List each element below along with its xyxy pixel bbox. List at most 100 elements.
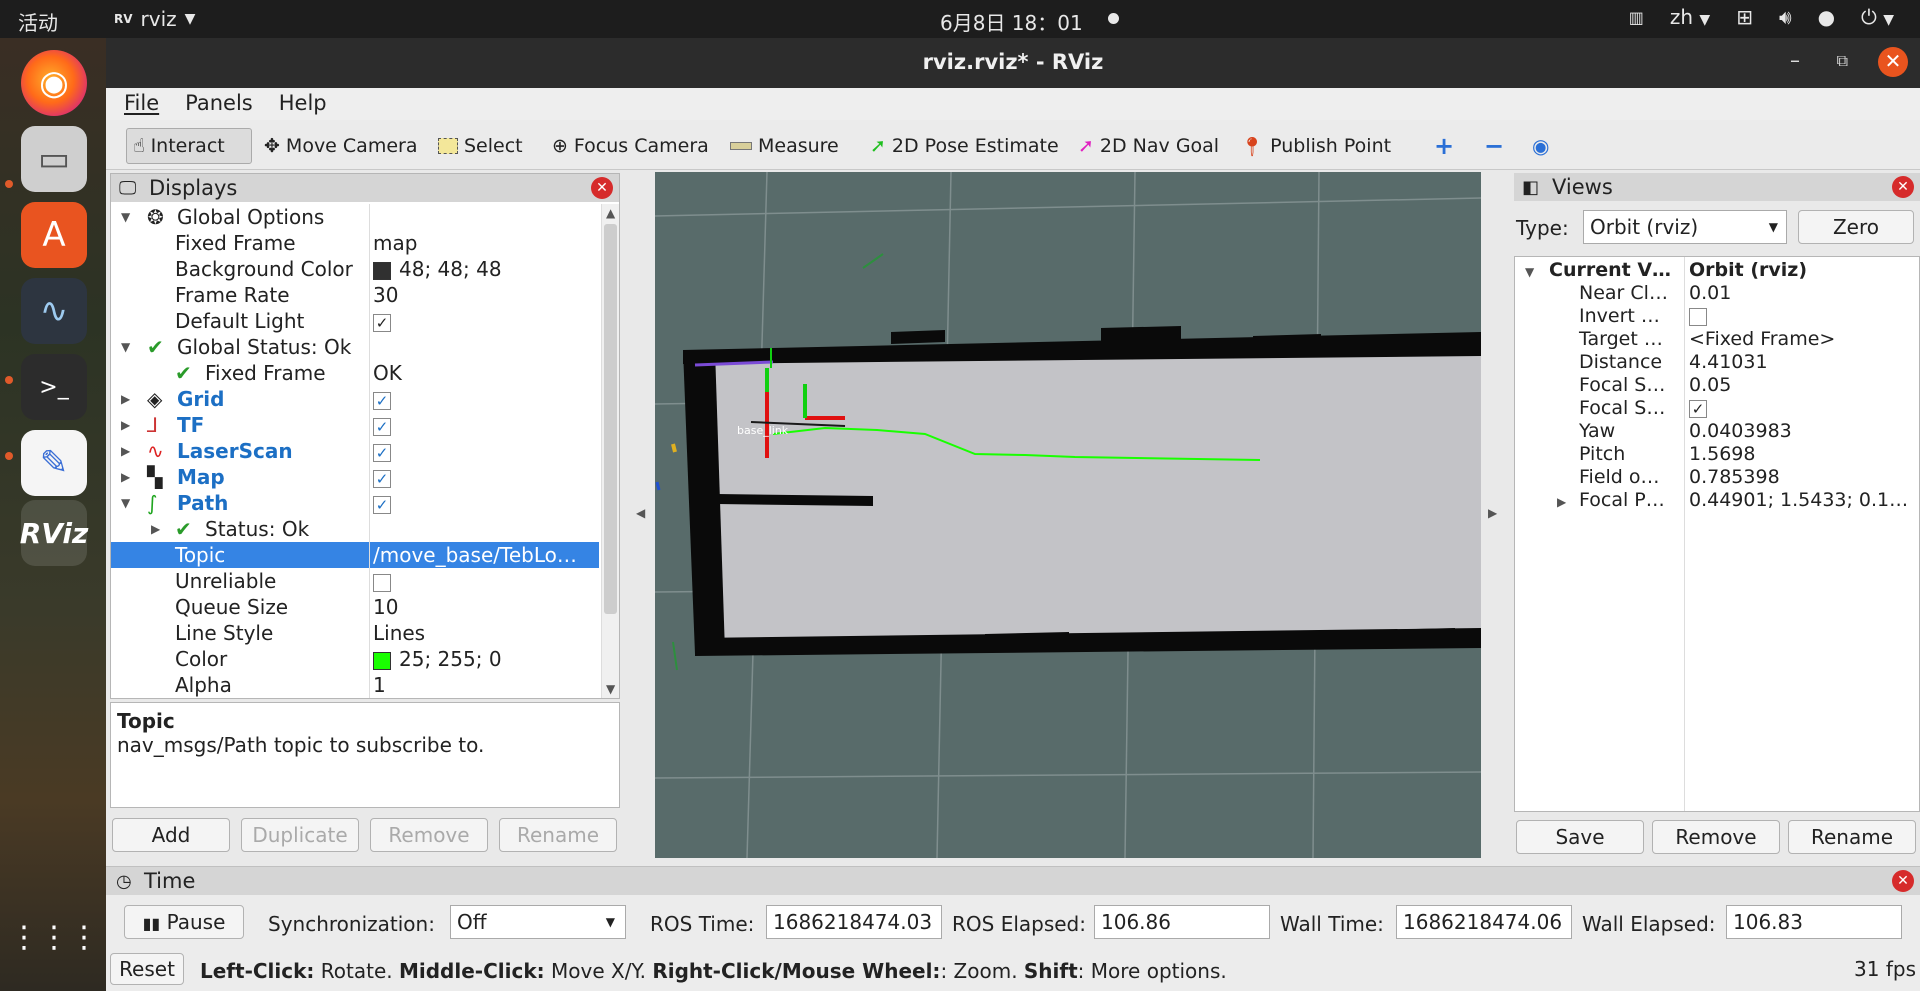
queue-size-value[interactable]: 10: [373, 595, 398, 619]
view-type-select[interactable]: Orbit (rviz) ▼: [1583, 210, 1787, 244]
tree-item-focal-point[interactable]: Focal P…: [1579, 489, 1665, 511]
menu-panels[interactable]: Panels: [167, 88, 261, 120]
microphone-icon[interactable]: ●: [1818, 5, 1835, 29]
rename-display-button[interactable]: Rename: [499, 818, 617, 852]
software-store-icon[interactable]: A: [21, 202, 87, 268]
pitch-value[interactable]: 1.5698: [1689, 443, 1755, 465]
laserscan-enable-checkbox[interactable]: ✓: [373, 439, 391, 463]
wall-elapsed-field[interactable]: 106.83: [1726, 905, 1902, 939]
line-style-value[interactable]: Lines: [373, 621, 425, 645]
measure-tool-button[interactable]: Measure: [724, 128, 845, 164]
views-panel: ◧ Views ✕: [1514, 173, 1920, 201]
system-monitor-icon[interactable]: ∿: [21, 278, 87, 344]
topic-value[interactable]: /move_base/TebLo…: [373, 543, 577, 567]
app-menu[interactable]: RV rviz ▼: [114, 7, 195, 31]
focal-shape-size-value[interactable]: 0.05: [1689, 374, 1731, 396]
maximize-icon[interactable]: ⧉: [1837, 51, 1848, 71]
near-clip-value[interactable]: 0.01: [1689, 282, 1731, 304]
minimize-icon[interactable]: –: [1790, 48, 1800, 72]
show-apps-grid-icon[interactable]: ⋮⋮⋮: [9, 904, 99, 970]
move-camera-tool-button[interactable]: ✥ Move Camera: [258, 128, 423, 164]
focal-shape-fixed-checkbox[interactable]: ✓: [1689, 397, 1707, 419]
3d-render-viewport[interactable]: base_link: [655, 172, 1481, 858]
wall-time-field[interactable]: 1686218474.06: [1396, 905, 1572, 939]
topic-row-selected[interactable]: Topic/move_base/TebLo…: [111, 542, 599, 568]
focal-point-value[interactable]: 0.44901; 1.5433; 0.1…: [1689, 489, 1908, 511]
publish-point-tool-button[interactable]: 📍︎ Publish Point: [1234, 128, 1397, 164]
text-editor-icon[interactable]: ✎: [21, 430, 87, 496]
volume-icon[interactable]: 🔊︎: [1779, 5, 1792, 29]
tree-item-path-status[interactable]: Status: Ok: [205, 517, 309, 541]
tree-item-laserscan[interactable]: LaserScan: [177, 439, 293, 463]
reset-button[interactable]: Reset: [110, 953, 184, 985]
duplicate-display-button[interactable]: Duplicate: [241, 818, 359, 852]
grid-enable-checkbox[interactable]: ✓: [373, 387, 391, 411]
tf-enable-checkbox[interactable]: ✓: [373, 413, 391, 437]
unreliable-checkbox[interactable]: [373, 569, 391, 593]
interact-tool-button[interactable]: ☝ Interact: [126, 128, 252, 164]
add-display-button[interactable]: Add: [112, 818, 230, 852]
zero-view-button[interactable]: Zero: [1798, 210, 1914, 244]
status-bar-hint: Left-Click: Rotate. Middle-Click: Move X…: [200, 959, 1227, 983]
invert-z-checkbox[interactable]: [1689, 305, 1707, 327]
language-indicator[interactable]: zh ▼: [1670, 5, 1710, 29]
rviz-app-icon[interactable]: RViz: [20, 500, 88, 566]
select-tool-button[interactable]: Select: [432, 128, 529, 164]
tree-item-grid[interactable]: Grid: [177, 387, 224, 411]
clock[interactable]: 6月8日 18：01: [940, 7, 1083, 36]
focus-camera-tool-button[interactable]: ⊕ Focus Camera: [546, 128, 715, 164]
close-panel-icon[interactable]: ✕: [591, 177, 613, 199]
description-title: Topic: [117, 709, 175, 733]
terminal-icon[interactable]: >_: [21, 354, 87, 420]
remove-display-button[interactable]: Remove: [370, 818, 488, 852]
tree-item-global-options[interactable]: Global Options: [177, 205, 324, 229]
left-splitter-arrow-icon[interactable]: ◀: [636, 506, 645, 520]
alpha-value[interactable]: 1: [373, 673, 386, 697]
close-panel-icon[interactable]: ✕: [1892, 176, 1914, 198]
input-method-icon[interactable]: ▥: [1629, 8, 1644, 27]
pause-button[interactable]: ▮▮ Pause: [124, 905, 244, 939]
power-icon[interactable]: ⏻ ▼: [1861, 5, 1894, 29]
target-frame-value[interactable]: <Fixed Frame>: [1689, 328, 1835, 350]
remove-view-button[interactable]: Remove: [1652, 820, 1780, 854]
firefox-icon[interactable]: ◉: [21, 50, 87, 116]
view-eye-icon[interactable]: ◉: [1526, 128, 1555, 164]
nav-goal-tool-button[interactable]: ➚ 2D Nav Goal: [1072, 128, 1225, 164]
network-icon[interactable]: ⊞: [1736, 5, 1753, 29]
path-color-value[interactable]: 25; 255; 0: [373, 647, 502, 671]
menu-help[interactable]: Help: [261, 88, 335, 120]
menu-file[interactable]: File: [106, 88, 167, 120]
files-icon[interactable]: ▭: [21, 126, 87, 192]
map-icon: ▚: [147, 465, 163, 489]
rename-view-button[interactable]: Rename: [1788, 820, 1916, 854]
fixed-frame-value[interactable]: map: [373, 231, 417, 255]
tree-item-global-status[interactable]: Global Status: Ok: [177, 335, 351, 359]
yaw-value[interactable]: 0.0403983: [1689, 420, 1792, 442]
remove-tool-icon[interactable]: −: [1478, 128, 1510, 164]
ros-time-field[interactable]: 1686218474.03: [766, 905, 942, 939]
distance-value[interactable]: 4.41031: [1689, 351, 1768, 373]
field-of-view-value[interactable]: 0.785398: [1689, 466, 1780, 488]
close-window-icon[interactable]: ✕: [1878, 47, 1908, 77]
default-light-checkbox[interactable]: ✓: [373, 309, 391, 333]
ros-elapsed-field[interactable]: 106.86: [1094, 905, 1270, 939]
tree-item-current-view[interactable]: Current V…: [1549, 259, 1671, 281]
map-enable-checkbox[interactable]: ✓: [373, 465, 391, 489]
close-panel-icon[interactable]: ✕: [1892, 870, 1914, 892]
frame-rate-value[interactable]: 30: [373, 283, 398, 307]
scrollbar-thumb[interactable]: [604, 224, 617, 614]
tree-item-tf[interactable]: TF: [177, 413, 204, 437]
path-enable-checkbox[interactable]: ✓: [373, 491, 391, 515]
window-titlebar: rviz.rviz* - RViz – ⧉ ✕: [106, 38, 1920, 88]
synchronization-select[interactable]: Off ▼: [450, 905, 626, 939]
right-splitter-arrow-icon[interactable]: ▶: [1488, 506, 1497, 520]
tree-item-map[interactable]: Map: [177, 465, 225, 489]
pose-estimate-tool-button[interactable]: ➚ 2D Pose Estimate: [864, 128, 1065, 164]
viewport-scene[interactable]: base_link: [655, 172, 1481, 858]
add-tool-icon[interactable]: +: [1428, 128, 1460, 164]
displays-scrollbar[interactable]: ▲ ▼: [601, 204, 619, 698]
activities-button[interactable]: 活动: [18, 7, 58, 36]
save-view-button[interactable]: Save: [1516, 820, 1644, 854]
background-color-value[interactable]: 48; 48; 48: [373, 257, 502, 281]
tree-item-path[interactable]: Path: [177, 491, 228, 515]
